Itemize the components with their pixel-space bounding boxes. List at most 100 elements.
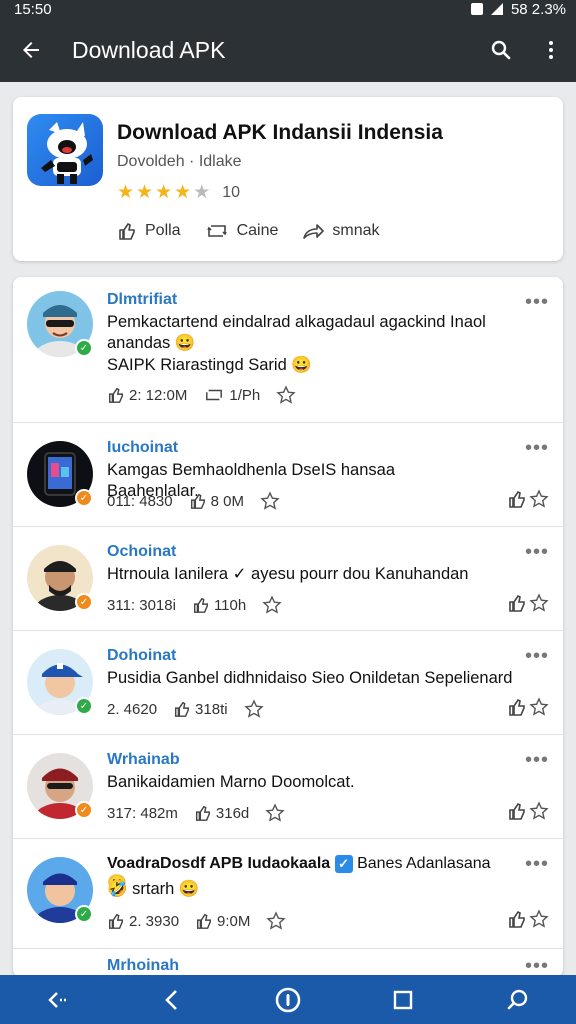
like-icon [509, 802, 525, 820]
post-text-secondary: SAIPK Riarastingd Sarid 😀 [107, 356, 312, 374]
post-repost-count: 110h [213, 596, 247, 614]
repost-button[interactable]: Caine [205, 221, 278, 241]
star-outline-icon[interactable] [260, 491, 280, 511]
more-options-icon[interactable]: ••• [525, 749, 549, 772]
status-bar: 15:50 58 2.3% [0, 0, 576, 18]
rating-count: 10 [222, 183, 241, 201]
more-options-icon[interactable]: ••• [525, 291, 549, 314]
more-options-icon[interactable]: ••• [525, 645, 549, 668]
check-icon: ✓ [334, 855, 353, 873]
post-meta: 311: 3018i 110h [107, 595, 282, 615]
star-outline-icon[interactable] [265, 803, 285, 823]
like-button[interactable]: 110h [192, 596, 246, 614]
app-subtitle: Dovoldeh · Idlake [117, 153, 242, 170]
post-meta: 2. 4620 318ti [107, 699, 264, 719]
search-icon[interactable] [476, 18, 526, 82]
like-icon [175, 701, 190, 717]
bottom-nav-bar [0, 975, 576, 1024]
like-button[interactable]: 318ti [173, 700, 228, 718]
reaction-icons[interactable] [507, 909, 549, 929]
star-outline-icon[interactable] [262, 595, 282, 615]
like-button[interactable]: 2: 12:0M [107, 386, 187, 404]
comments-feed: ✓ Dlmtrifiat Pemkactartend eindalrad alk… [13, 277, 563, 977]
post-author[interactable]: Iuchoinat [107, 439, 178, 457]
like-icon [509, 910, 525, 928]
more-vert-icon[interactable] [526, 18, 576, 82]
reaction-icons[interactable] [507, 697, 549, 717]
recents-square-icon[interactable] [373, 975, 433, 1024]
star-icon: ★ [155, 182, 173, 203]
signal-icon [490, 3, 503, 15]
post-like-count: 2. 4620 [107, 700, 158, 718]
star-icon: ★ [136, 182, 154, 203]
reaction-icons[interactable] [507, 593, 549, 613]
like-button[interactable]: Polla [117, 221, 181, 241]
more-options-icon[interactable]: ••• [525, 437, 549, 460]
like-icon [193, 597, 208, 613]
like-icon [108, 387, 124, 403]
post-author[interactable]: Dohoinat [107, 647, 176, 665]
post-repost-count: 1/Ph [229, 386, 261, 404]
more-options-icon[interactable]: ••• [525, 955, 549, 977]
post-meta: 2. 3930 9:0M [107, 911, 287, 931]
verified-badge-icon: ✓ [75, 905, 93, 923]
star-outline-icon[interactable] [276, 385, 296, 405]
post-text: Pusidia Ganbel didhnidaiso Sieo Onildeta… [107, 669, 513, 687]
post-like-count: 2. 3930 [129, 912, 180, 930]
post-text: Pemkactartend eindalrad alkagadaul agack… [107, 313, 486, 352]
like-icon [509, 698, 525, 716]
back-arrow-icon[interactable] [28, 975, 88, 1024]
post-meta: 2: 12:0M 1/Ph [107, 385, 296, 405]
arrow-left-icon[interactable] [0, 18, 62, 82]
star-outline-icon [529, 593, 549, 612]
app-rating: ★ ★ ★ ★ ★ 10 [117, 181, 240, 204]
post-repost-count: 9:0M [217, 912, 251, 930]
search-nav-icon[interactable] [488, 975, 548, 1024]
list-item[interactable]: Mrhoinah ••• [13, 948, 563, 977]
photo-icon [470, 3, 483, 15]
star-outline-icon [529, 801, 549, 820]
post-author-name: VoadraDosdf APB Iudaokaala [107, 855, 331, 873]
status-battery-text: 58 2.3% [510, 0, 566, 18]
post-repost-count: 8 0M [210, 492, 244, 510]
app-logo-icon[interactable] [27, 114, 103, 186]
home-circle-icon[interactable] [258, 975, 318, 1024]
post-author[interactable]: Dlmtrifiat [107, 291, 177, 309]
post-author[interactable]: Mrhoinah [107, 957, 179, 975]
repost-button[interactable]: 1/Ph [203, 386, 260, 404]
like-icon [108, 913, 124, 929]
list-item[interactable]: ✓ Dohoinat Pusidia Ganbel didhnidaiso Si… [13, 630, 563, 734]
like-label: Polla [145, 222, 181, 239]
verified-badge-icon: ✓ [75, 339, 93, 357]
list-item[interactable]: ✓ Ochoinat Htrnoula Ianilera ✓ ayesu pou… [13, 526, 563, 630]
reaction-icons[interactable] [507, 801, 549, 821]
verified-badge-icon: ✓ [75, 801, 93, 819]
post-author[interactable]: Ochoinat [107, 543, 176, 561]
share-button[interactable]: smnak [302, 221, 380, 241]
app-bar: Download APK [0, 18, 576, 82]
post-text: Htrnoula Ianilera ✓ ayesu pourr dou Kanu… [107, 565, 469, 583]
list-item[interactable]: ✓ VoadraDosdf APB Iudaokaala ✓ Banes Ada… [13, 838, 563, 948]
star-outline-icon [529, 697, 549, 716]
verified-badge-icon: ✓ [75, 489, 93, 507]
verified-badge-icon: ✓ [75, 593, 93, 611]
chevron-left-icon[interactable] [143, 975, 203, 1024]
like-button[interactable]: 316d [194, 804, 249, 822]
like-button[interactable]: 2. 3930 [107, 912, 179, 930]
list-item[interactable]: ✓ Dlmtrifiat Pemkactartend eindalrad alk… [13, 277, 563, 422]
more-options-icon[interactable]: ••• [525, 853, 549, 876]
repost-button[interactable]: 9:0M [195, 912, 250, 930]
like-icon [119, 223, 135, 240]
like-button[interactable]: 8 0M [189, 492, 244, 510]
post-text: Banikaidamien Marno Doomolcat. [107, 773, 355, 791]
post-author[interactable]: Wrhainab [107, 751, 180, 769]
like-icon [195, 805, 210, 821]
list-item[interactable]: ✓ Wrhainab Banikaidamien Marno Doomolcat… [13, 734, 563, 838]
post-meta: 011: 4830 8 0M [107, 491, 280, 511]
star-outline-icon[interactable] [243, 699, 264, 719]
list-item[interactable]: ✓ Iuchoinat Kamgas Bemhaoldhenla DseIS h… [13, 422, 563, 526]
star-icon: ★ [117, 182, 135, 203]
star-outline-icon[interactable] [266, 911, 287, 931]
reaction-icons[interactable] [507, 489, 549, 509]
more-options-icon[interactable]: ••• [525, 541, 549, 564]
